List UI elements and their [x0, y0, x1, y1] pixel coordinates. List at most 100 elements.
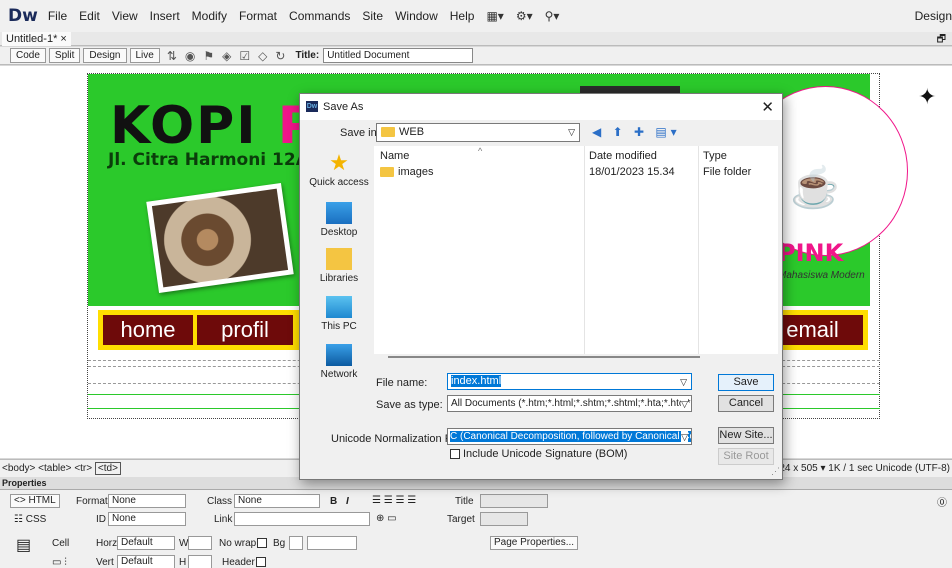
menu-edit[interactable]: Edit — [79, 9, 100, 23]
menu-window[interactable]: Window — [395, 9, 438, 23]
place-network[interactable]: Network — [305, 344, 373, 380]
new-site-button[interactable]: New Site... — [718, 427, 774, 444]
validate-icon[interactable]: ☑ — [239, 49, 250, 63]
place-quick-access[interactable]: ★ Quick access — [305, 152, 373, 189]
menu-insert[interactable]: Insert — [150, 9, 180, 23]
merge-split-icons[interactable]: ▭ ⫶ — [52, 557, 67, 568]
tag-body[interactable]: <body> — [2, 463, 35, 474]
nav-home[interactable]: home — [101, 313, 195, 347]
page-properties-button[interactable]: Page Properties... — [490, 536, 579, 550]
point-to-file-icon[interactable]: ⊕ ▭ — [376, 513, 397, 524]
file-name-input[interactable]: index.html ▽ — [447, 373, 692, 390]
workspace-switcher[interactable]: Design — [915, 9, 952, 23]
menu-format[interactable]: Format — [239, 9, 277, 23]
bold-button[interactable]: B — [330, 496, 337, 507]
debug-icon[interactable]: ⚑ — [203, 49, 214, 63]
title-prop-label: Title — [455, 496, 474, 507]
cancel-button[interactable]: Cancel — [718, 395, 774, 412]
horz-select[interactable]: Default — [117, 536, 175, 550]
design-view-button[interactable]: Design — [83, 48, 127, 63]
live-view-button[interactable]: Live — [129, 48, 160, 63]
document-tab-label: Untitled-1* — [6, 33, 58, 45]
menu-commands[interactable]: Commands — [289, 9, 350, 23]
save-in-value: WEB — [399, 126, 425, 138]
unicode-normalization-value: C (Canonical Decomposition, followed by … — [450, 431, 691, 442]
menu-view[interactable]: View — [112, 9, 138, 23]
dreamweaver-icon: Dw — [306, 101, 318, 112]
site-heading-black: KOPI — [110, 96, 278, 156]
file-name-value: index.html — [451, 375, 502, 387]
chevron-down-icon[interactable]: ▽ — [680, 375, 687, 390]
save-as-type-select[interactable]: All Documents (*.htm;*.html;*.shtm;*.sht… — [447, 395, 692, 412]
save-in-select[interactable]: WEB ▽ — [376, 123, 580, 142]
css-mode-button[interactable]: ☷ CSS — [14, 514, 46, 525]
tag-tr[interactable]: <tr> — [74, 463, 92, 474]
format-select[interactable]: None — [108, 494, 186, 508]
menu-help[interactable]: Help — [450, 9, 475, 23]
unicode-normalization-select[interactable]: C (Canonical Decomposition, followed by … — [447, 428, 692, 445]
nowrap-checkbox[interactable] — [257, 538, 270, 549]
cell-label: Cell — [52, 538, 70, 549]
document-tab[interactable]: Untitled-1* × — [2, 32, 71, 46]
cell-icon: ▤ — [16, 537, 32, 554]
document-title-input[interactable]: Untitled Document — [323, 48, 474, 63]
checkbox-box[interactable] — [256, 557, 266, 568]
vert-select[interactable]: Default — [117, 555, 175, 568]
desktop-icon — [326, 202, 352, 224]
visual-aids-icon[interactable]: ◈ — [222, 49, 231, 63]
resize-grip-icon[interactable]: ⋰ — [771, 466, 780, 477]
italic-button[interactable]: I — [346, 496, 349, 507]
tag-td[interactable]: <td> — [94, 462, 121, 475]
menu-file[interactable]: File — [48, 9, 67, 23]
save-button[interactable]: Save — [718, 374, 774, 391]
id-select[interactable]: None — [108, 512, 186, 526]
column-date-modified[interactable]: Date modified — [589, 150, 657, 162]
h-input[interactable] — [188, 555, 212, 568]
close-icon[interactable]: ✕ — [761, 98, 774, 116]
nav-profil[interactable]: profil — [195, 313, 295, 347]
header-checkbox[interactable] — [256, 557, 269, 568]
split-view-button[interactable]: Split — [48, 48, 81, 63]
tag-table[interactable]: <table> — [38, 463, 71, 474]
file-row-name[interactable]: images — [380, 166, 433, 178]
site-map-icon[interactable]: ⚲▾ — [545, 9, 560, 23]
column-divider — [584, 146, 585, 354]
save-as-type-label: Save as type: — [376, 399, 443, 411]
close-tab-icon[interactable]: × — [60, 33, 66, 45]
place-desktop[interactable]: Desktop — [305, 202, 373, 238]
layout-icon[interactable]: ▦▾ — [486, 9, 503, 23]
checkbox-box[interactable] — [450, 449, 460, 460]
html-mode-button[interactable]: <> HTML — [10, 494, 60, 508]
link-input[interactable] — [234, 512, 370, 526]
check-browser-icon[interactable]: ◇ — [258, 49, 267, 63]
h-label: H — [179, 557, 187, 568]
folder-nav-icons[interactable]: ◀ ⬆ ✚ ▤▾ — [592, 125, 681, 139]
menu-modify[interactable]: Modify — [192, 9, 227, 23]
w-input[interactable] — [188, 536, 212, 550]
file-list[interactable]: ^ Name Date modified Type images 18/01/2… — [374, 146, 778, 354]
column-name[interactable]: Name — [380, 150, 409, 162]
file-management-icon[interactable]: ⇅ — [167, 49, 177, 63]
column-type[interactable]: Type — [703, 150, 727, 162]
place-libraries[interactable]: Libraries — [305, 248, 373, 284]
class-select[interactable]: None — [234, 494, 320, 508]
css-mode-label: CSS — [25, 514, 47, 525]
target-select[interactable] — [480, 512, 528, 526]
bg-color-swatch[interactable] — [289, 536, 303, 550]
bg-input[interactable] — [307, 536, 357, 550]
bom-label: Include Unicode Signature (BOM) — [463, 448, 628, 460]
gear-icon[interactable]: ⚙▾ — [516, 9, 533, 23]
menu-site[interactable]: Site — [362, 9, 383, 23]
checkbox-box[interactable] — [257, 538, 267, 549]
help-icon[interactable]: ⓪ — [937, 494, 947, 509]
code-view-button[interactable]: Code — [10, 48, 46, 63]
horizontal-scrollbar[interactable] — [388, 356, 700, 358]
file-row-date: 18/01/2023 15.34 — [589, 166, 675, 178]
site-root-button[interactable]: Site Root — [718, 448, 774, 465]
preview-browser-icon[interactable]: ◉ — [185, 49, 195, 63]
bom-checkbox[interactable]: Include Unicode Signature (BOM) — [450, 448, 627, 460]
place-this-pc[interactable]: This PC — [305, 296, 373, 332]
list-buttons[interactable]: ☰ ☰ ☰ ☰ — [372, 495, 416, 506]
title-prop-input[interactable] — [480, 494, 548, 508]
refresh-icon[interactable]: ↻ — [275, 49, 285, 63]
